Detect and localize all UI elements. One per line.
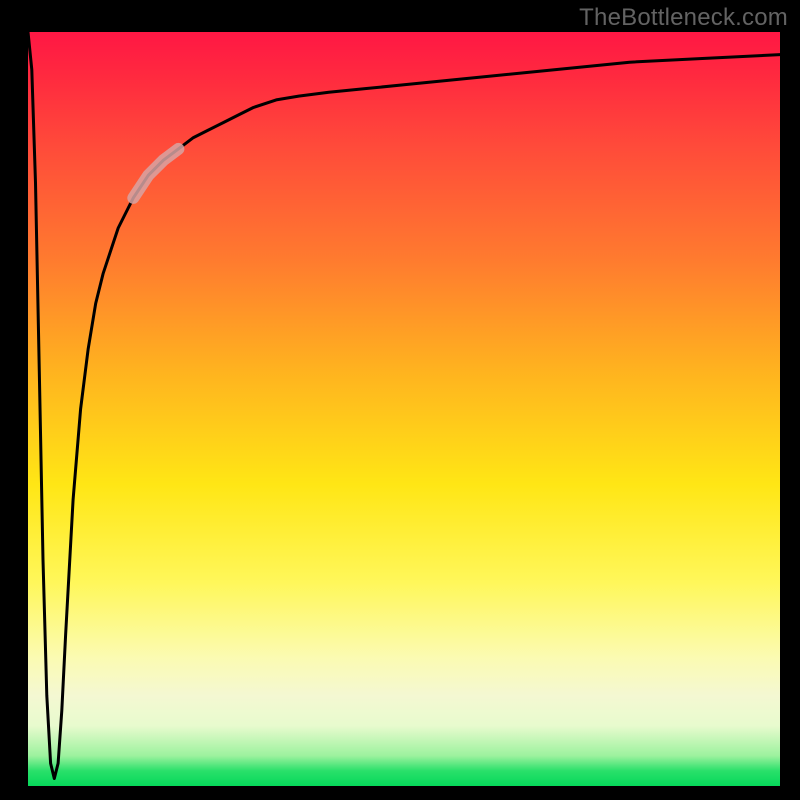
watermark-label: TheBottleneck.com (579, 4, 788, 32)
plot-area (28, 32, 780, 786)
curve-svg (28, 32, 780, 786)
chart-frame: TheBottleneck.com (0, 0, 800, 800)
bottleneck-curve-path (28, 32, 780, 779)
highlight-segment-path (133, 149, 178, 198)
